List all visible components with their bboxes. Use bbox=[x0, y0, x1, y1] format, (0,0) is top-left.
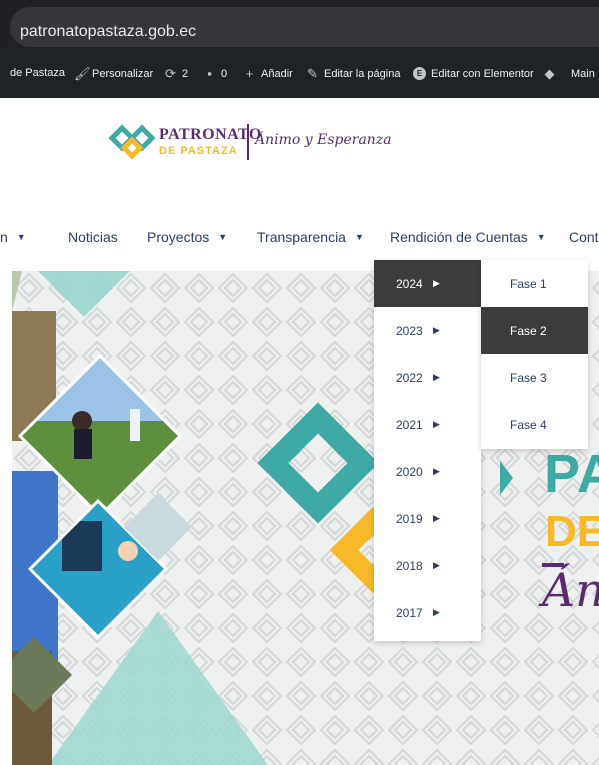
dropdown-year-2022[interactable]: 2022 ▶ bbox=[374, 354, 481, 401]
nav-item-label: Transparencia bbox=[257, 229, 346, 245]
hero-tagline: Án bbox=[542, 563, 599, 617]
admin-add-new-label: Añadir bbox=[261, 67, 293, 80]
year-label: 2020 bbox=[396, 464, 423, 479]
dropdown-year-2019[interactable]: 2019 ▶ bbox=[374, 495, 481, 542]
rendicion-year-dropdown: 2024 ▶ 2023 ▶ 2022 ▶ 2021 ▶ 2020 ▶ 2019 ▶ 2018… bbox=[374, 260, 481, 641]
caret-right-icon: ▶ bbox=[433, 607, 440, 617]
phase-label: Fase 4 bbox=[510, 417, 547, 432]
year-label: 2023 bbox=[396, 323, 423, 338]
admin-comments[interactable]: ▪ 0 bbox=[203, 67, 227, 80]
nav-item-rendicion[interactable]: Rendición de Cuentas ▼ bbox=[390, 229, 546, 245]
caret-right-icon: ▶ bbox=[433, 325, 440, 335]
dropdown-year-2020[interactable]: 2020 ▶ bbox=[374, 448, 481, 495]
admin-edit-page-label: Editar la página bbox=[324, 67, 401, 80]
phase-label: Fase 2 bbox=[510, 323, 547, 338]
logo-name-line2: DE PASTAZA bbox=[159, 145, 238, 157]
admin-updates[interactable]: ⟳ 2 bbox=[164, 67, 188, 80]
nav-item-label: Noticias bbox=[68, 229, 118, 245]
year-label: 2024 bbox=[396, 276, 423, 291]
nav-item-noticias[interactable]: Noticias bbox=[68, 229, 118, 245]
nav-item-label: Proyectos bbox=[147, 229, 210, 245]
admin-customize-label: Personalizar bbox=[92, 67, 154, 80]
caret-right-icon: ▶ bbox=[433, 466, 440, 476]
nav-item-label: n bbox=[0, 229, 8, 245]
address-field[interactable]: patronatopastaza.gob.ec bbox=[10, 7, 599, 47]
caret-down-icon: ▼ bbox=[16, 232, 26, 242]
caret-right-icon: ▶ bbox=[433, 513, 440, 523]
plus-icon: + bbox=[245, 66, 254, 81]
caret-down-icon: ▼ bbox=[536, 232, 546, 242]
nav-item-label: Conta bbox=[569, 229, 599, 245]
admin-site-name-label: de Pastaza bbox=[10, 67, 66, 79]
hero-title-line2: DE bbox=[545, 507, 599, 556]
nav-item-label: Rendición de Cuentas bbox=[390, 229, 528, 245]
caret-right-icon: ▶ bbox=[433, 419, 440, 429]
submenu-fase-2[interactable]: Fase 2 bbox=[481, 307, 588, 354]
admin-edit-elementor[interactable]: E Editar con Elementor bbox=[413, 67, 534, 80]
admin-maintenance[interactable]: ◆ Main bbox=[543, 67, 595, 80]
nav-item-contacto[interactable]: Conta bbox=[569, 229, 599, 245]
phase-label: Fase 1 bbox=[510, 276, 547, 291]
nav-item-1[interactable]: n ▼ bbox=[0, 229, 26, 245]
year-label: 2018 bbox=[396, 558, 423, 573]
year-label: 2017 bbox=[396, 605, 423, 620]
admin-site-name[interactable]: de Pastaza bbox=[10, 67, 65, 79]
dropdown-year-2024[interactable]: 2024 ▶ bbox=[374, 260, 481, 307]
site-logo[interactable]: PATRONATO DE PASTAZA Ánimo y Esperanza bbox=[108, 118, 398, 173]
submenu-fase-4[interactable]: Fase 4 bbox=[481, 401, 588, 448]
pencil-icon: ✎ bbox=[307, 66, 318, 81]
url-text[interactable]: patronatopastaza.gob.ec bbox=[20, 23, 196, 41]
admin-edit-elementor-label: Editar con Elementor bbox=[431, 67, 534, 80]
submenu-fase-1[interactable]: Fase 1 bbox=[481, 260, 588, 307]
admin-edit-page[interactable]: ✎ Editar la página bbox=[306, 67, 400, 80]
dropdown-year-2018[interactable]: 2018 ▶ bbox=[374, 542, 481, 589]
admin-updates-count: 2 bbox=[182, 67, 189, 80]
year-label: 2022 bbox=[396, 370, 423, 385]
caret-down-icon: ▼ bbox=[354, 232, 364, 242]
phase-label: Fase 3 bbox=[510, 370, 547, 385]
comment-icon: ▪ bbox=[207, 66, 212, 81]
admin-add-new[interactable]: + Añadir bbox=[243, 67, 293, 80]
logo-divider bbox=[247, 124, 249, 160]
dropdown-year-2017[interactable]: 2017 ▶ bbox=[374, 589, 481, 636]
refresh-icon: ⟳ bbox=[165, 66, 176, 81]
diamond-icon: ◆ bbox=[544, 66, 555, 81]
elementor-icon: E bbox=[413, 67, 426, 80]
logo-tagline: Ánimo y Esperanza bbox=[255, 132, 392, 148]
brush-icon: 🖌 bbox=[74, 66, 91, 81]
nav-item-transparencia[interactable]: Transparencia ▼ bbox=[257, 229, 364, 245]
year-label: 2019 bbox=[396, 511, 423, 526]
caret-right-icon: ▶ bbox=[433, 278, 440, 288]
admin-comments-count: 0 bbox=[221, 67, 228, 80]
dropdown-year-2023[interactable]: 2023 ▶ bbox=[374, 307, 481, 354]
admin-customize[interactable]: 🖌 Personalizar bbox=[74, 67, 153, 80]
main-nav: n ▼ Noticias Proyectos ▼ Transparencia ▼ Re… bbox=[0, 218, 599, 258]
browser-url-bar: patronatopastaza.gob.ec bbox=[0, 0, 599, 48]
caret-right-icon: ▶ bbox=[433, 372, 440, 382]
dropdown-year-2021[interactable]: 2021 ▶ bbox=[374, 401, 481, 448]
admin-maintenance-label: Main bbox=[571, 67, 595, 80]
wp-admin-bar: de Pastaza 🖌 Personalizar ⟳ 2 ▪ 0 + Añad… bbox=[0, 48, 599, 98]
rendicion-phase-submenu: Fase 1 Fase 2 Fase 3 Fase 4 bbox=[481, 260, 588, 449]
caret-down-icon: ▼ bbox=[218, 232, 228, 242]
hero-title-line1: PA bbox=[544, 444, 599, 504]
nav-item-proyectos[interactable]: Proyectos ▼ bbox=[147, 229, 227, 245]
caret-right-icon: ▶ bbox=[433, 560, 440, 570]
submenu-fase-3[interactable]: Fase 3 bbox=[481, 354, 588, 401]
year-label: 2021 bbox=[396, 417, 423, 432]
